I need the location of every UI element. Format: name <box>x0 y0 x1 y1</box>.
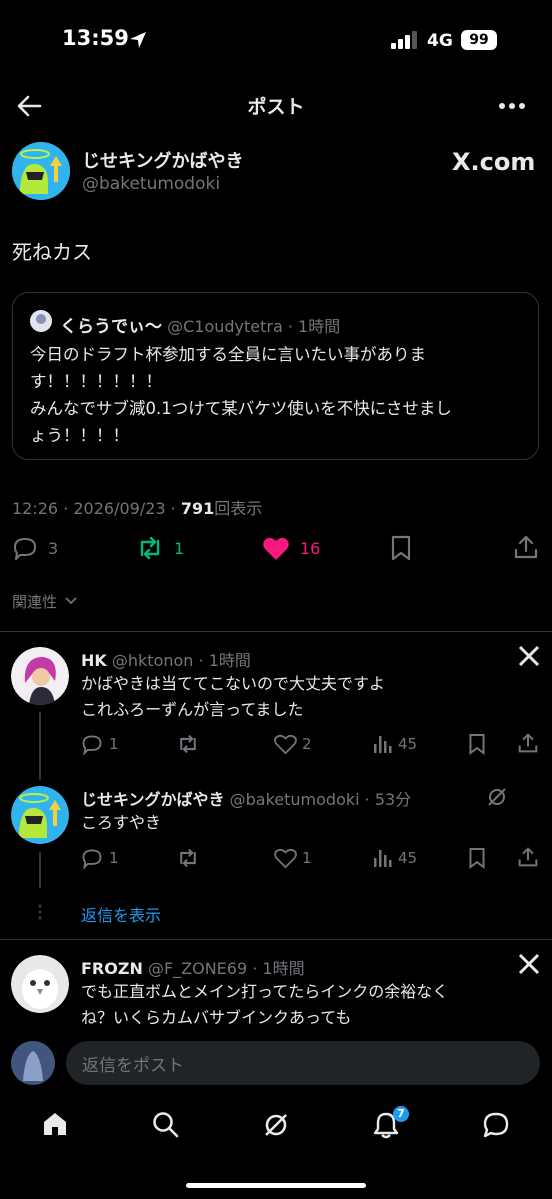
reply-line: でも正直ボムとメイン打ってたらインクの余裕なく <box>81 982 449 1001</box>
quote-time: 1時間 <box>298 317 341 336</box>
share-icon[interactable] <box>518 846 538 868</box>
bookmark-icon[interactable] <box>468 733 486 755</box>
reply-avatar[interactable] <box>11 786 69 844</box>
chevron-down-icon[interactable] <box>64 596 78 606</box>
reply-time: 53分 <box>374 790 412 809</box>
quote-line: ょう！！！！ <box>30 426 129 445</box>
network-label: 4G <box>427 31 453 51</box>
views-count: 45 <box>398 735 418 753</box>
reply-input[interactable]: 返信をポスト <box>82 1051 184 1076</box>
author-avatar[interactable] <box>12 142 70 200</box>
share-icon[interactable] <box>518 732 538 754</box>
reply-avatar[interactable] <box>11 955 69 1013</box>
heart-icon[interactable] <box>274 848 297 869</box>
divider <box>0 939 552 940</box>
quote-line: す！！！！！！！ <box>30 372 162 391</box>
reply-author-handle[interactable]: @hktonon <box>112 651 194 670</box>
reply-text: かばやきは当ててこないので大丈夫ですよ これふろーずんが言ってました <box>81 671 385 723</box>
reply-count: 1 <box>109 849 119 867</box>
reply-header: FROZN @F_ZONE69 · 1時間 <box>81 959 305 978</box>
reply-line: ころすやき <box>81 813 162 832</box>
quote-line: 今日のドラフト杯参加する全員に言いたい事がありま <box>30 345 426 364</box>
quote-header: くらうでぃ〜 @C1oudytetra · 1時間 <box>60 317 341 337</box>
reply-header: HK @hktonon · 1時間 <box>81 651 251 670</box>
search-icon[interactable] <box>152 1111 179 1138</box>
sort-selector[interactable]: 関連性 <box>12 591 57 612</box>
reply-line: かばやきは当ててこないので大丈夫ですよ <box>81 674 386 693</box>
show-replies-link[interactable]: 返信を表示 <box>81 902 161 926</box>
status-time: 13:59 <box>62 26 129 50</box>
thread-dots-icon <box>38 904 42 920</box>
more-icon[interactable] <box>498 102 526 110</box>
share-icon[interactable] <box>514 534 538 560</box>
bookmark-icon[interactable] <box>390 535 412 561</box>
x-logo-icon <box>518 953 540 975</box>
x-logo-icon: X.com <box>452 148 536 176</box>
home-indicator <box>186 1183 366 1188</box>
x-logo-icon <box>518 645 540 667</box>
thread-line <box>39 712 41 780</box>
quote-author-handle: @C1oudytetra <box>167 317 283 336</box>
grok-icon[interactable] <box>262 1111 290 1139</box>
like-count: 16 <box>300 539 321 558</box>
reply-icon[interactable] <box>81 733 103 755</box>
author-name[interactable]: じせキングかばやき <box>82 147 243 173</box>
reply-author-name[interactable]: じせキングかばやき <box>81 790 225 809</box>
views-icon[interactable] <box>372 848 392 868</box>
bookmark-icon[interactable] <box>468 847 486 869</box>
repost-icon[interactable] <box>176 733 200 755</box>
reply-icon[interactable] <box>81 847 103 869</box>
notification-badge: 7 <box>393 1106 409 1122</box>
sort-label: 関連性 <box>12 593 58 611</box>
quote-author-avatar <box>30 310 52 332</box>
reply-author-name[interactable]: HK <box>81 651 107 670</box>
views-count: 45 <box>398 849 418 867</box>
repost-icon[interactable] <box>136 535 164 561</box>
reply-text: ころすやき <box>81 810 161 836</box>
repost-count: 1 <box>174 539 185 558</box>
views-icon[interactable] <box>372 734 392 754</box>
quote-line: みんなでサブ減0.1つけて某バケツ使いを不快にさせまし <box>30 399 452 418</box>
messages-icon[interactable] <box>482 1111 510 1139</box>
reply-icon[interactable] <box>12 535 38 561</box>
quote-author-name: くらうでぃ〜 <box>60 317 162 337</box>
reply-text: でも正直ボムとメイン打ってたらインクの余裕なく ね？いくらカムバサブインクあって… <box>81 979 448 1031</box>
post-timestamp: 12:26 · 2026/09/23 · <box>12 499 181 518</box>
my-avatar[interactable] <box>11 1041 55 1085</box>
reply-header: じせキングかばやき @baketumodoki · 53分 <box>81 790 412 809</box>
thread-line <box>39 852 41 888</box>
location-arrow-icon <box>130 32 146 48</box>
like-count: 2 <box>302 735 312 753</box>
reply-line: これふろーずんが言ってました <box>81 700 304 719</box>
reply-time: 1時間 <box>262 959 305 978</box>
post-meta: 12:26 · 2026/09/23 · 791回表示 <box>12 495 262 519</box>
reply-author-handle[interactable]: @baketumodoki <box>230 790 360 809</box>
divider <box>0 631 552 632</box>
reply-author-name[interactable]: FROZN <box>81 959 143 978</box>
home-icon[interactable] <box>42 1111 68 1137</box>
author-handle[interactable]: @baketumodoki <box>82 174 220 194</box>
quote-text: 今日のドラフト杯参加する全員に言いたい事がありま す！！！！！！！ みんなでサブ… <box>30 341 530 449</box>
battery-indicator: 99 <box>461 30 497 50</box>
reply-avatar[interactable] <box>11 647 69 705</box>
reply-time: 1時間 <box>208 651 251 670</box>
heart-icon[interactable] <box>262 536 290 561</box>
grok-icon[interactable] <box>486 786 508 808</box>
reply-author-handle[interactable]: @F_ZONE69 <box>148 959 247 978</box>
views-count: 791 <box>180 499 215 518</box>
heart-icon[interactable] <box>274 734 297 755</box>
post-text: 死ねカス <box>12 240 92 264</box>
repost-icon[interactable] <box>176 847 200 869</box>
reply-count: 3 <box>48 539 59 558</box>
like-count: 1 <box>302 849 312 867</box>
signal-icon <box>391 31 417 49</box>
views-label: 回表示 <box>214 499 263 518</box>
reply-count: 1 <box>109 735 119 753</box>
page-title: ポスト <box>247 96 305 118</box>
